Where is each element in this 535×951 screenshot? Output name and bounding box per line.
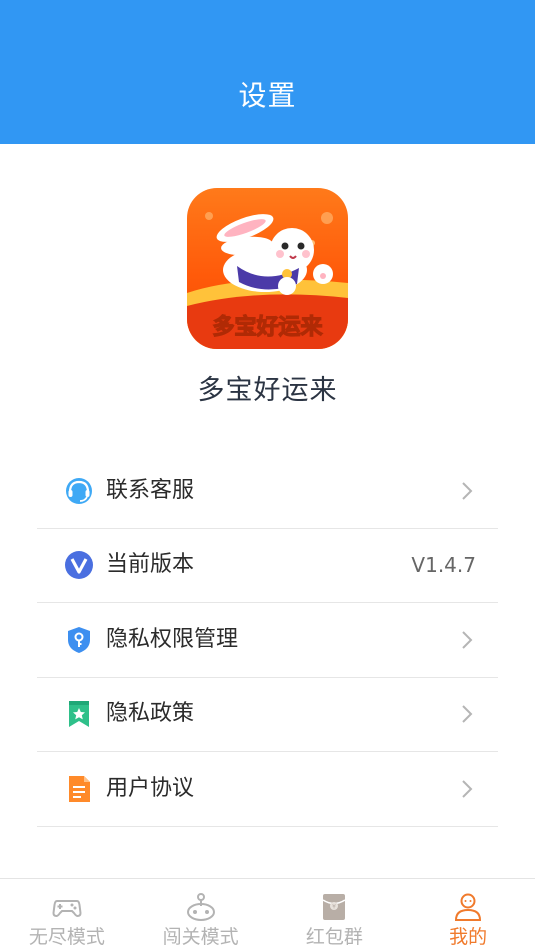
menu-item-label: 联系客服 xyxy=(106,477,195,503)
app-name: 多宝好运来 xyxy=(197,375,338,406)
menu-item-current-version[interactable]: 当前版本 V1.4.7 xyxy=(37,529,498,603)
shield-key-icon xyxy=(68,626,90,653)
header-bar: 设置 xyxy=(0,0,535,144)
app-logo: 多宝好运来 xyxy=(187,188,348,349)
chevron-right-icon xyxy=(462,705,473,723)
menu-item-label: 隐私权限管理 xyxy=(106,626,239,652)
document-icon xyxy=(69,775,90,802)
menu-item-label: 用户协议 xyxy=(106,775,195,801)
tab-challenge-mode[interactable]: 闯关模式 xyxy=(134,879,268,951)
menu-item-label: 隐私政策 xyxy=(106,701,195,727)
menu-item-label: 当前版本 xyxy=(106,552,195,578)
gamepad-icon xyxy=(52,900,82,918)
user-icon xyxy=(455,893,482,921)
joystick-icon xyxy=(186,893,215,921)
settings-menu: 联系客服 当前版本 V1.4.7 隐私权限管理 隐私政策 用户协议 xyxy=(37,454,498,827)
menu-item-user-agreement[interactable]: 用户协议 xyxy=(37,752,498,827)
tab-endless-mode[interactable]: 无尽模式 xyxy=(0,879,134,951)
svg-text:¥: ¥ xyxy=(332,904,336,911)
tab-red-envelope-group[interactable]: ¥ 红包群 xyxy=(268,879,402,951)
red-envelope-icon: ¥ xyxy=(322,894,346,920)
tab-label: 红包群 xyxy=(305,926,363,948)
headset-icon xyxy=(66,477,92,504)
page-title: 设置 xyxy=(238,79,297,112)
chevron-right-icon xyxy=(462,631,473,649)
menu-item-privacy-policy[interactable]: 隐私政策 xyxy=(37,678,498,752)
bookmark-star-icon xyxy=(69,701,89,728)
tab-label: 无尽模式 xyxy=(28,926,105,948)
chevron-right-icon xyxy=(462,482,473,500)
tab-label: 闯关模式 xyxy=(162,926,239,948)
rabbit-logo-icon: 多宝好运来 xyxy=(187,212,348,349)
tab-label: 我的 xyxy=(449,926,488,948)
version-v-icon xyxy=(65,551,93,580)
menu-item-contact-support[interactable]: 联系客服 xyxy=(37,454,498,529)
chevron-right-icon xyxy=(462,780,473,798)
tab-mine[interactable]: 我的 xyxy=(401,879,535,951)
menu-item-privacy-permissions[interactable]: 隐私权限管理 xyxy=(37,603,498,678)
bottom-tab-bar: 无尽模式 闯关模式 ¥ 红包群 我的 xyxy=(0,878,535,951)
version-value: V1.4.7 xyxy=(411,553,476,578)
logo-text: 多宝好运来 xyxy=(212,314,323,340)
